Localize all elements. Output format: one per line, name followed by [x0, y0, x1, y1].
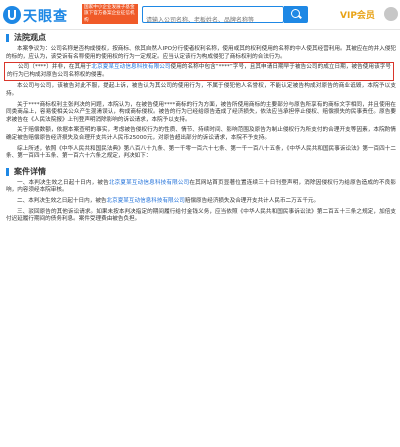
logo-icon[interactable]	[3, 6, 21, 24]
logo-text[interactable]: 天眼查	[23, 6, 68, 26]
judgment-text: 赔偿原告经济损失及合理开支共计人民币二万五千元。	[184, 197, 320, 204]
highlight-pre: 公司（****）并非，在其用于	[18, 64, 92, 71]
company-link[interactable]: 北京夏某互动信息科技有限公司	[91, 64, 170, 70]
company-link[interactable]: 北京夏某互动信息科技有限公司	[109, 180, 189, 186]
company-link[interactable]: 北京夏某互动信息科技有限公司	[107, 198, 185, 204]
vip-link[interactable]: VIP会员	[340, 8, 375, 21]
top-bar: 天眼查 国家中小企业发展子基金旗下官方备案企业征信机构 VIP会员	[0, 0, 400, 30]
paragraph: 关于赔偿数额，依据本案查明的事实，考虑被告侵权行为的性质、情节、持续时间、影响范…	[6, 127, 396, 141]
judgment-text: 三、驳回原告的其他诉讼请求。	[17, 208, 97, 215]
search-icon-handle	[298, 14, 302, 19]
search-button[interactable]	[284, 6, 308, 23]
judgment-item: 二、本判决生效之日起十日内，被告北京夏某互动信息科技有限公司赔偿原告经济损失及合…	[0, 198, 400, 206]
section-title-case-details: 案件详情	[0, 164, 400, 180]
document-body: 法院观点 本案争议为：公司名称是否构成侵权，按商标、依其自然人IPO分行使者权利…	[0, 30, 400, 224]
paragraph: 综上所述，依照《中华人民共和国民法典》第八百八十九条、第一千零一百六十七条、第一…	[6, 145, 396, 160]
certification-badge: 国家中小企业发展子基金旗下官方备案企业征信机构	[82, 4, 138, 24]
paragraph: 本公司与公司，该被告对此不服，提起上诉，被告认为其公司的使用行为，不属于侵犯他人…	[6, 83, 396, 97]
avatar[interactable]	[384, 7, 398, 21]
judgment-text: 二、本判决生效之日起十日内，被告	[17, 197, 107, 204]
highlighted-passage: 公司（****）并非，在其用于北京夏某互动信息科技有限公司使用的名称中包含“**…	[4, 62, 394, 82]
search-box[interactable]	[142, 6, 284, 28]
paragraph: 本案争议为：公司名称是否构成侵权，按商标、依其自然人IPO分行使者权利名称，使用…	[6, 46, 396, 60]
search-input[interactable]	[143, 13, 283, 28]
highlighted-paragraph: 公司（****）并非，在其用于北京夏某互动信息科技有限公司使用的名称中包含“**…	[7, 64, 391, 79]
judgment-item: 三、驳回原告的其他诉讼请求。如果未按本判决指定的期间履行给付金钱义务，应当依照《…	[0, 209, 400, 224]
section-title-court-opinion: 法院观点	[0, 30, 400, 46]
paragraph: 关于****商标权利主张判决的问题，本院认为，在被告使用****商标的行为方面，…	[6, 101, 396, 123]
judgment-item: 一、本判决生效之日起十日内，被告北京夏某互动信息科技有限公司在其网站首页显著位置…	[0, 180, 400, 195]
judgment-text: 一、本判决生效之日起十日内，被告	[17, 179, 109, 186]
